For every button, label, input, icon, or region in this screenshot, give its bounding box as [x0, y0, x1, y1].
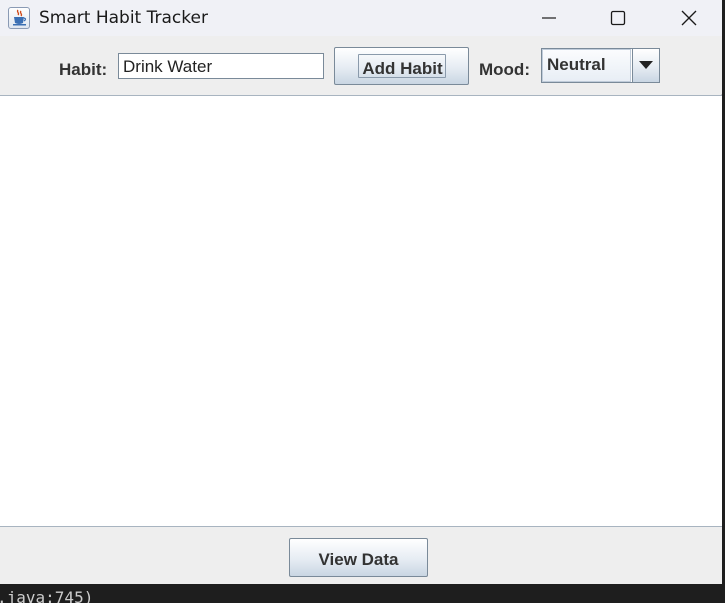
- java-cup-icon: [8, 7, 30, 29]
- maximize-button[interactable]: [595, 0, 641, 36]
- close-icon: [681, 10, 697, 26]
- habit-label: Habit:: [59, 60, 108, 79]
- input-toolbar: Habit: Add Habit Mood: Neutral: [0, 36, 722, 94]
- console-text: .java:745): [0, 588, 94, 603]
- chevron-down-icon: [639, 61, 653, 69]
- habit-input[interactable]: [118, 53, 324, 79]
- add-habit-button[interactable]: Add Habit: [334, 47, 469, 85]
- footer-panel: View Data: [0, 527, 722, 584]
- habit-list-area[interactable]: [0, 95, 722, 527]
- mood-dropdown[interactable]: Neutral: [541, 48, 660, 83]
- view-data-button-label: View Data: [318, 550, 399, 569]
- view-data-button[interactable]: View Data: [289, 538, 428, 577]
- maximize-icon: [610, 10, 626, 26]
- title-bar[interactable]: Smart Habit Tracker: [0, 0, 722, 36]
- background-console: .java:745): [0, 586, 725, 603]
- mood-label: Mood:: [479, 60, 530, 79]
- add-habit-button-label: Add Habit: [362, 59, 443, 78]
- minimize-button[interactable]: [526, 0, 572, 36]
- minimize-icon: [542, 17, 556, 19]
- close-button[interactable]: [666, 0, 712, 36]
- app-window: Smart Habit Tracker Habit: Add Habit Moo…: [0, 0, 722, 584]
- mood-selected-value: Neutral: [542, 49, 631, 82]
- window-title: Smart Habit Tracker: [39, 8, 208, 28]
- mood-dropdown-arrow[interactable]: [632, 49, 659, 82]
